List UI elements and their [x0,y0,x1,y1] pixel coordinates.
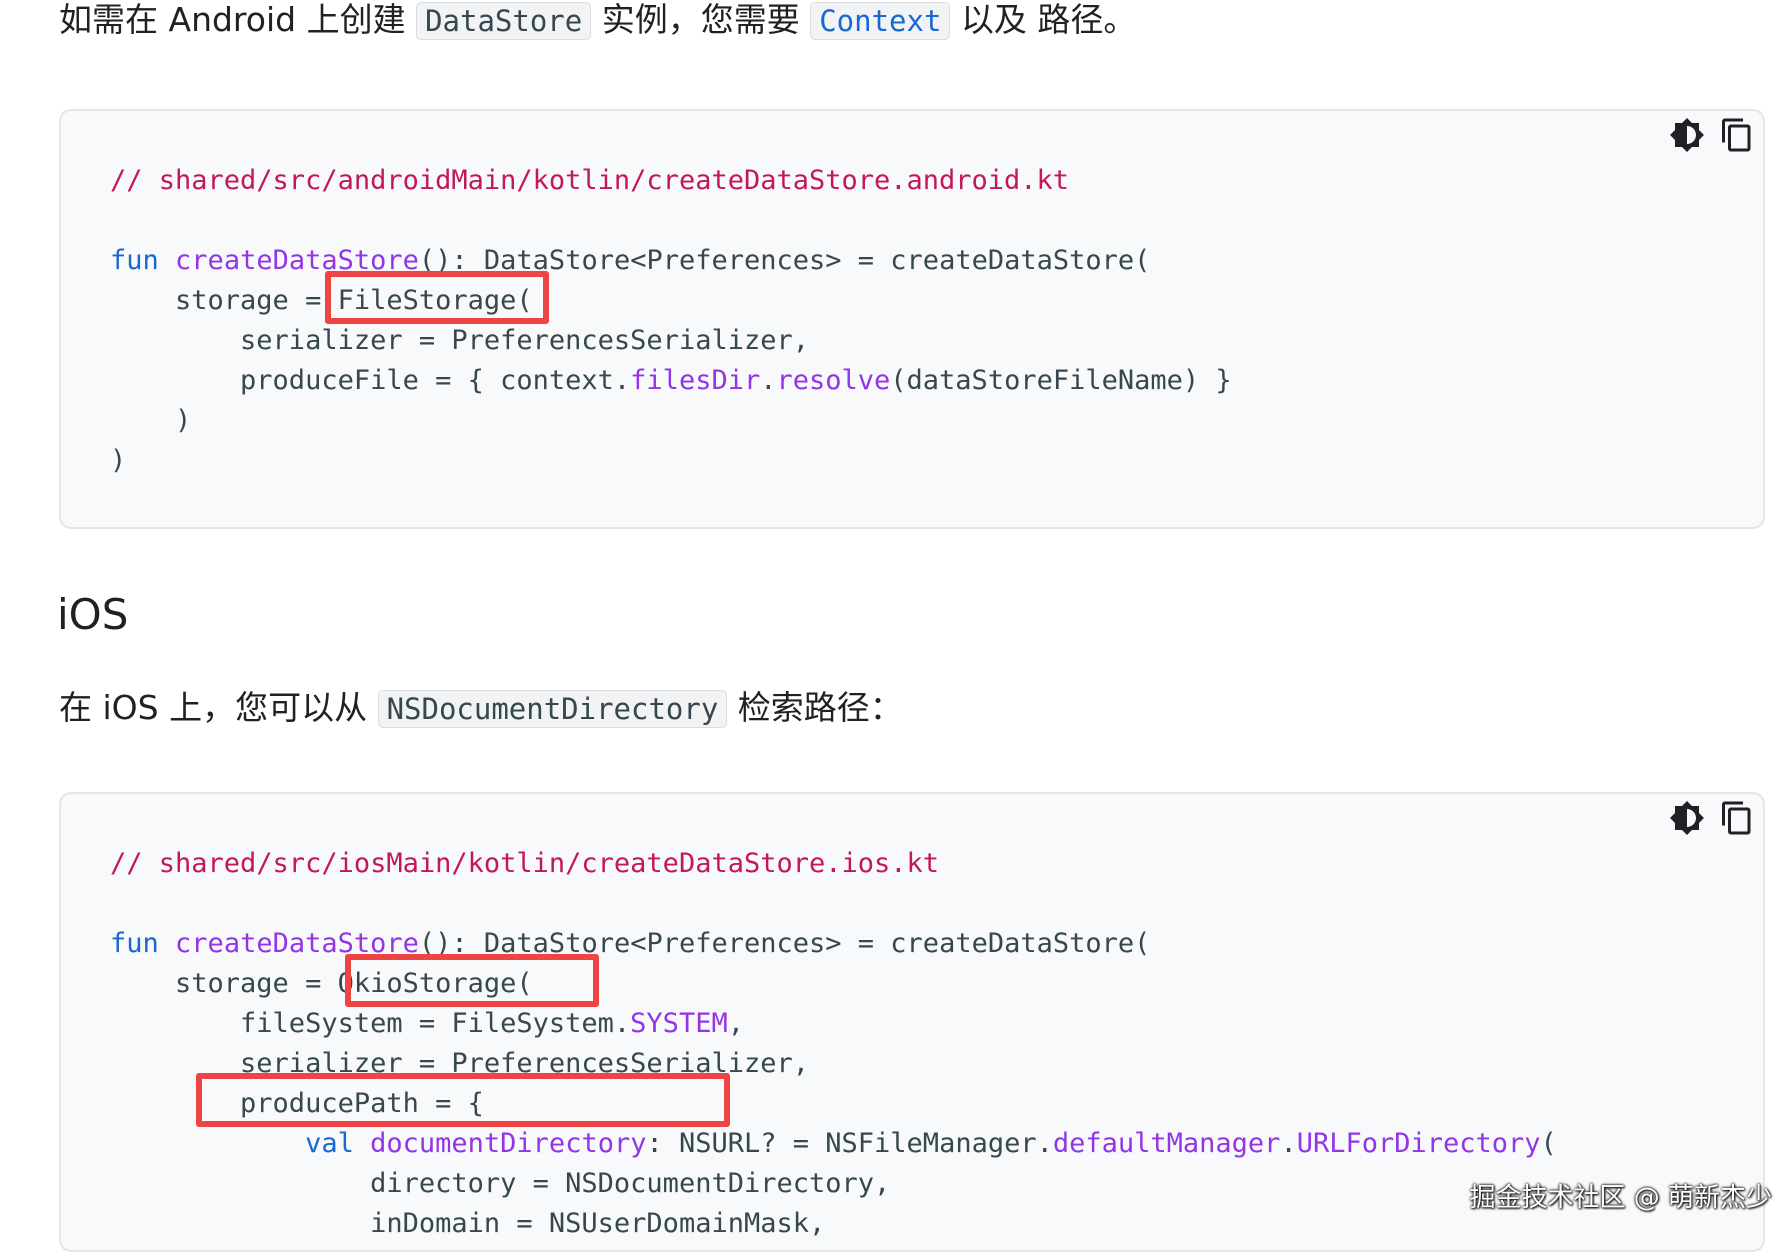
intro-text: 以及 路径。 [950,0,1137,39]
code-comment: // shared/src/iosMain/kotlin/createDataS… [110,848,940,879]
function-name: resolve [776,365,891,396]
keyword: val [305,1128,354,1159]
brightness-icon[interactable] [1669,800,1705,836]
function-name: documentDirectory [370,1128,647,1159]
function-name: defaultManager [1052,1128,1281,1159]
code-toolbar [1669,117,1755,153]
copy-icon[interactable] [1719,117,1755,153]
copy-icon[interactable] [1719,800,1755,836]
code-text: ( [1540,1128,1557,1159]
function-name: SYSTEM [630,1008,728,1039]
code-line: ) [110,405,192,436]
ios-intro: 在 iOS 上，您可以从 NSDocumentDirectory 检索路径： [59,686,903,731]
code-line: fileSystem = FileSystem.SYSTEM, [110,1004,744,1044]
code-line: storage = OkioStorage( [110,968,533,999]
code-line: ) [110,445,127,476]
code-line: inDomain = NSUserDomainMask, [110,1208,826,1239]
code-line: serializer = PreferencesSerializer, [110,325,809,356]
keyword: fun [110,245,159,276]
code-text: (): DataStore<Preferences> = createDataS… [418,928,1151,959]
code-line: produceFile = { context.filesDir.resolve… [110,361,1232,401]
keyword: fun [110,928,159,959]
code-text: : NSURL? = NSFileManager. [646,1128,1053,1159]
code-text: (): DataStore<Preferences> = createDataS… [418,245,1151,276]
code-toolbar [1669,800,1755,836]
context-link[interactable]: Context [810,2,951,40]
code-line: val documentDirectory: NSURL? = NSFileMa… [110,1124,1557,1164]
code-line: fun createDataStore(): DataStore<Prefere… [110,924,1150,964]
code-text: . [760,365,777,396]
code-text: fileSystem = FileSystem. [110,1008,631,1039]
code-line: serializer = PreferencesSerializer, [110,1048,809,1079]
function-name: filesDir [630,365,761,396]
datastore-code: DataStore [416,2,592,40]
intro-text: 实例，您需要 [591,0,811,39]
code-line: fun createDataStore(): DataStore<Prefere… [110,241,1150,281]
code-text: . [1280,1128,1297,1159]
brightness-icon[interactable] [1669,117,1705,153]
android-intro: 如需在 Android 上创建 DataStore 实例，您需要 Context… [59,0,1136,43]
intro-text: 在 iOS 上，您可以从 [59,688,378,727]
section-heading-ios: iOS [57,590,129,639]
watermark: 掘金技术社区 @ 萌新杰少 [1469,1183,1772,1213]
intro-text: 检索路径： [727,688,903,727]
code-line: producePath = { [110,1088,484,1119]
code-text: (dataStoreFileName) } [890,365,1232,396]
code-comment: // shared/src/androidMain/kotlin/createD… [110,165,1070,196]
intro-text: 如需在 Android 上创建 [59,0,417,39]
function-name: createDataStore [175,245,419,276]
nsdocumentdirectory-code: NSDocumentDirectory [377,690,728,728]
android-code-block: // shared/src/androidMain/kotlin/createD… [59,109,1765,529]
code-line: storage = FileStorage( [110,285,533,316]
function-name: createDataStore [175,928,419,959]
function-name: URLForDirectory [1296,1128,1541,1159]
code-text: , [727,1008,744,1039]
code-text: produceFile = { context. [110,365,631,396]
code-line: directory = NSDocumentDirectory, [110,1168,891,1199]
